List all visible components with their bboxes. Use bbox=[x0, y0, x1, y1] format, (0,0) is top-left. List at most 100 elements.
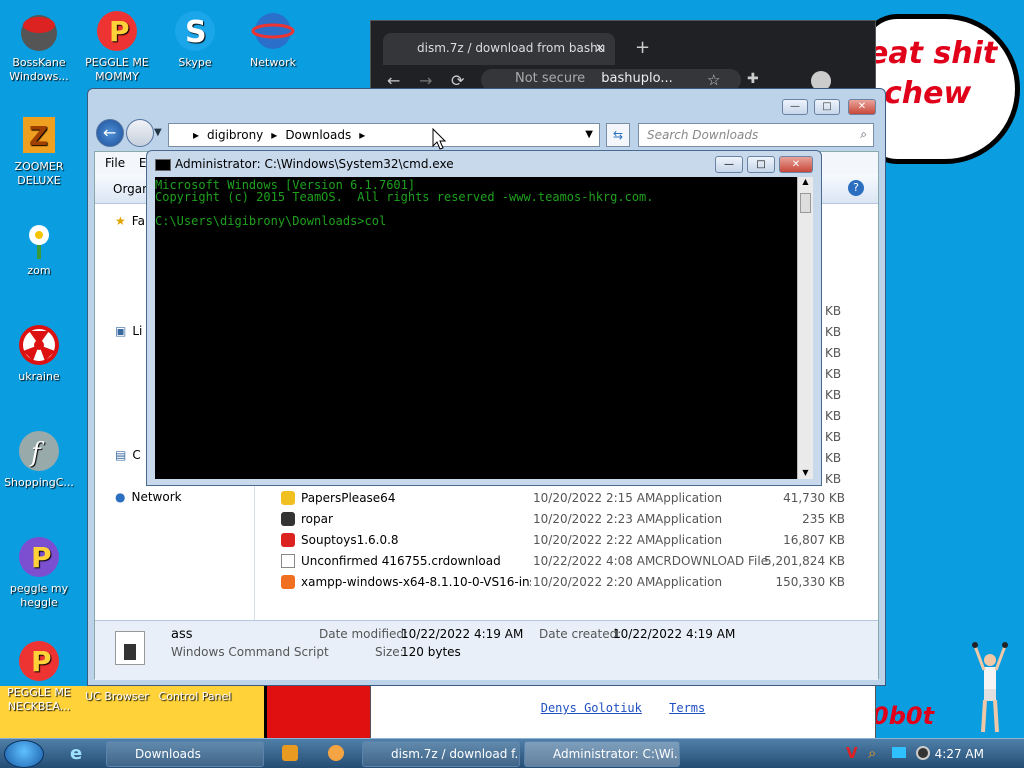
nav-label: Li bbox=[132, 324, 143, 338]
cmd-scrollbar[interactable]: ▲ ▼ bbox=[797, 177, 813, 479]
address-bar[interactable]: ▸ digibrony ▸ Downloads ▸ ▼ bbox=[168, 123, 600, 147]
details-created-label: Date created: bbox=[539, 627, 622, 641]
file-type: Application bbox=[655, 533, 723, 547]
chevron-down-icon[interactable]: ▼ bbox=[585, 129, 593, 140]
desktop-icon-uc-browser[interactable]: UC Browser bbox=[78, 690, 156, 704]
security-label: Not secure bbox=[515, 71, 586, 86]
desktop-icon-label: zom bbox=[27, 264, 51, 277]
desktop-icon-shopping[interactable]: f ShoppingC... bbox=[0, 428, 78, 490]
desktop-icon-peggle-my-heggle[interactable]: P peggle my heggle bbox=[0, 534, 78, 610]
file-size-cell: KB bbox=[825, 409, 842, 423]
file-icon bbox=[281, 554, 295, 568]
desktop-icon-network[interactable]: Network bbox=[234, 8, 312, 70]
desktop-icon-label: Network bbox=[250, 56, 296, 69]
close-icon[interactable]: ✕ bbox=[595, 41, 605, 55]
desktop-icon-zoomer-deluxe[interactable]: Z ZOOMER DELUXE bbox=[0, 112, 78, 188]
search-placeholder: Search Downloads bbox=[647, 128, 759, 142]
scroll-down-icon[interactable]: ▼ bbox=[798, 468, 813, 477]
extensions-icon[interactable]: ✚ bbox=[747, 71, 759, 87]
scroll-thumb[interactable] bbox=[800, 193, 811, 213]
chevron-right-icon: ▸ bbox=[271, 128, 278, 142]
file-row[interactable]: Souptoys1.6.0.8 10/20/2022 2:22 AM Appli… bbox=[275, 530, 845, 551]
file-row[interactable]: PapersPlease64 10/20/2022 2:15 AM Applic… bbox=[275, 488, 845, 509]
desktop-icon-zom[interactable]: zom bbox=[0, 216, 78, 278]
cmd-console[interactable]: Microsoft Windows [Version 6.1.7601] Copy… bbox=[155, 177, 797, 479]
details-modified-label: Date modified: bbox=[319, 627, 409, 641]
file-type: CRDOWNLOAD File bbox=[655, 554, 769, 568]
desktop-icon-label: ShoppingC... bbox=[4, 476, 74, 489]
refresh-button[interactable]: ⇆ bbox=[606, 123, 630, 147]
meme-text-top: eat shit bbox=[868, 36, 998, 71]
footer-link-terms[interactable]: Terms bbox=[669, 701, 705, 715]
new-tab-icon[interactable]: + bbox=[635, 37, 650, 58]
start-button[interactable] bbox=[4, 740, 44, 768]
desktop-icon-skype[interactable]: S Skype bbox=[156, 8, 234, 70]
desktop-icon-label: BossKane Windows... bbox=[9, 56, 69, 83]
desktop-icon-label: peggle my heggle bbox=[9, 582, 69, 609]
omnibox-host: bashuplo... bbox=[601, 71, 673, 86]
file-date: 10/20/2022 2:15 AM bbox=[533, 491, 656, 505]
nav-computer[interactable]: ▤ C bbox=[115, 448, 141, 462]
maximize-button[interactable]: □ bbox=[747, 156, 775, 173]
nav-network[interactable]: ● Network bbox=[115, 490, 182, 504]
tray-monitor-icon[interactable] bbox=[892, 747, 906, 758]
tray-v-icon[interactable]: V bbox=[846, 744, 858, 762]
file-date: 10/20/2022 2:23 AM bbox=[533, 512, 656, 526]
organize-button[interactable]: Organ bbox=[113, 182, 150, 196]
breadcrumb-downloads[interactable]: Downloads bbox=[285, 128, 351, 142]
minimize-button[interactable]: — bbox=[715, 156, 743, 173]
file-row[interactable]: ropar 10/20/2022 2:23 AM Application 235… bbox=[275, 509, 845, 530]
maximize-button[interactable]: □ bbox=[814, 99, 840, 115]
taskbar-cmd[interactable]: Administrator: C:\Wi... bbox=[524, 741, 680, 767]
file-size: 41,730 KB bbox=[783, 491, 845, 505]
desktop-icon-bosskane[interactable]: BossKane Windows... bbox=[0, 8, 78, 84]
back-button[interactable]: ← bbox=[96, 119, 124, 147]
footer-link-author[interactable]: Denys Golotiuk bbox=[541, 701, 642, 715]
scroll-up-icon[interactable]: ▲ bbox=[798, 177, 813, 186]
desktop-icon-ukraine[interactable]: ukraine bbox=[0, 322, 78, 384]
file-size-cell: KB bbox=[825, 388, 842, 402]
file-date: 10/22/2022 4:08 AM bbox=[533, 554, 656, 568]
search-icon: ⌕ bbox=[860, 127, 867, 141]
file-size-cell: KB bbox=[825, 451, 842, 465]
search-input[interactable]: Search Downloads ⌕ bbox=[638, 123, 874, 147]
help-icon[interactable]: ? bbox=[848, 180, 864, 196]
taskbar-downloads[interactable]: Downloads bbox=[106, 741, 264, 767]
star-icon[interactable]: ☆ bbox=[707, 71, 720, 89]
recent-pages-icon[interactable]: ▼ bbox=[154, 127, 162, 138]
file-date: 10/20/2022 2:22 AM bbox=[533, 533, 656, 547]
close-button[interactable]: ✕ bbox=[779, 156, 813, 173]
details-pane: ass Windows Command Script Date modified… bbox=[95, 620, 878, 680]
minimize-button[interactable]: — bbox=[782, 99, 808, 115]
tray-volume-icon[interactable] bbox=[916, 746, 930, 760]
details-file-kind: Windows Command Script bbox=[171, 645, 329, 659]
menu-file[interactable]: File bbox=[105, 156, 125, 170]
peggle-icon: P bbox=[94, 8, 140, 54]
close-button[interactable]: ✕ bbox=[848, 99, 876, 115]
taskbar-chrome[interactable]: dism.7z / download f... bbox=[362, 741, 520, 767]
app-icon bbox=[281, 533, 295, 547]
desktop-icon-control-panel[interactable]: Control Panel bbox=[156, 690, 234, 704]
file-row[interactable]: Unconfirmed 416755.crdownload 10/22/2022… bbox=[275, 551, 845, 572]
paint-icon[interactable] bbox=[328, 745, 344, 761]
svg-text:P: P bbox=[109, 15, 130, 48]
peggle-icon: P bbox=[16, 534, 62, 580]
desktop-icon-peggle-me-neckbeard[interactable]: P PEGGLE ME NECKBEA... bbox=[0, 638, 78, 714]
chrome-tab[interactable]: dism.7z / download from bashu ✕ bbox=[383, 33, 615, 65]
breadcrumb-user[interactable]: digibrony bbox=[207, 128, 263, 142]
nav-favorites[interactable]: ★ Fa bbox=[115, 214, 145, 228]
file-size: 235 KB bbox=[802, 512, 845, 526]
desktop-icon-peggle-me-mommy[interactable]: P PEGGLE ME MOMMY bbox=[78, 8, 156, 84]
library-icon: ▣ bbox=[115, 324, 127, 338]
tray-search-icon[interactable]: ⌕ bbox=[868, 744, 876, 762]
taskbar: e Downloads dism.7z / download f... Admi… bbox=[0, 738, 1024, 768]
file-row[interactable]: xampp-windows-x64-8.1.10-0-VS16-insta...… bbox=[275, 572, 845, 593]
clock[interactable]: 4:27 AM bbox=[935, 747, 984, 761]
details-modified-value: 10/22/2022 4:19 AM bbox=[401, 627, 524, 641]
nav-libraries[interactable]: ▣ Li bbox=[115, 324, 142, 338]
file-size-cell: KB bbox=[825, 430, 842, 444]
media-player-icon[interactable] bbox=[282, 745, 298, 761]
file-name: ropar bbox=[301, 512, 333, 526]
forward-button[interactable] bbox=[126, 119, 154, 147]
ie-icon[interactable]: e bbox=[70, 743, 82, 764]
